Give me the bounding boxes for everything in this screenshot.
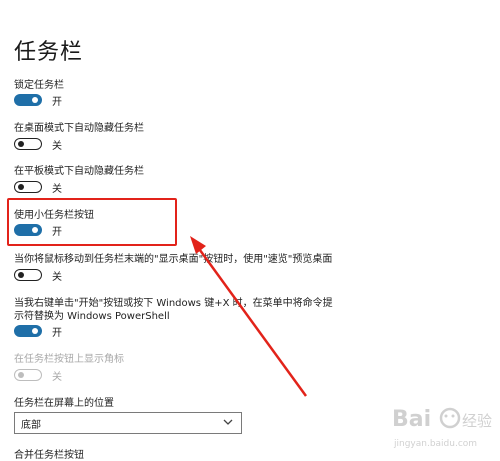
watermark-brand2: 经验 <box>462 412 492 430</box>
red-arrow-icon <box>190 236 308 397</box>
baidu-watermark-icon: Bai 经验 jingyan.baidu.com <box>392 407 492 449</box>
watermark-brand: Bai <box>392 407 431 432</box>
watermark-url: jingyan.baidu.com <box>393 439 477 449</box>
